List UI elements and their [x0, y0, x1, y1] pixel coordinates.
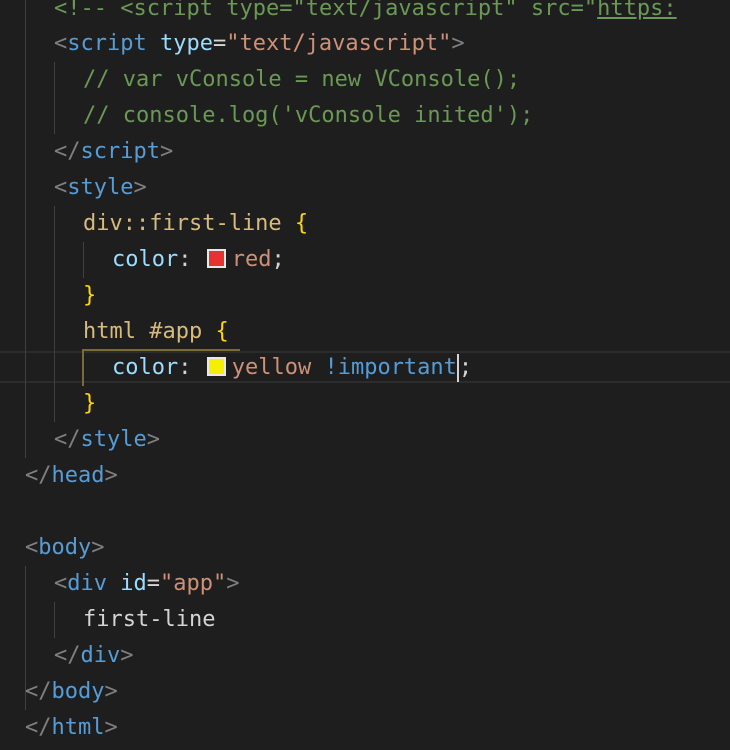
token: "	[583, 0, 598, 21]
token: >	[120, 643, 134, 668]
token: >	[146, 427, 160, 452]
tag-name: style	[80, 427, 147, 452]
code-line[interactable]: color: red;	[112, 242, 285, 278]
token: =	[212, 31, 227, 56]
indent-guide	[54, 602, 55, 638]
token: :	[178, 247, 205, 272]
tag-name: body	[51, 679, 105, 704]
css-property: color	[112, 247, 179, 272]
css-value: yellow	[231, 355, 312, 380]
code-line[interactable]: <div id="app">	[54, 566, 239, 602]
code-line[interactable]: </html>	[25, 710, 118, 746]
code-line[interactable]: </div>	[54, 638, 134, 674]
indent-guide	[54, 62, 55, 134]
open-brace: {	[294, 211, 309, 236]
token: :	[178, 355, 205, 380]
code-line[interactable]: <style>	[54, 170, 147, 206]
code-line[interactable]: <!-- <script type="text/javascript" src=…	[54, 0, 677, 27]
color-swatch-icon[interactable]	[206, 356, 226, 376]
token: </	[54, 643, 81, 668]
token: <	[54, 31, 68, 56]
token: >	[133, 175, 147, 200]
token: >	[226, 571, 240, 596]
css-property: color	[112, 355, 179, 380]
code-editor[interactable]: <!-- <script type="text/javascript" src=…	[0, 0, 730, 750]
token: </	[54, 139, 81, 164]
code-line[interactable]: <body>	[25, 530, 104, 566]
token: >	[104, 463, 118, 488]
tag-name: div	[67, 571, 107, 596]
code-line[interactable]: div::first-line {	[83, 206, 308, 242]
token: "text/javascript"	[292, 0, 518, 21]
code-line[interactable]: </script>	[54, 134, 173, 170]
indent-guide	[83, 242, 84, 278]
attribute-name: id	[107, 571, 147, 596]
comment: // var vConsole = new VConsole();	[83, 67, 521, 92]
token: ;	[458, 355, 473, 380]
indent-guide	[54, 206, 55, 422]
code-line[interactable]: </style>	[54, 422, 160, 458]
close-brace: }	[83, 283, 97, 308]
token: >	[91, 535, 105, 560]
open-brace: {	[215, 319, 229, 344]
token: >	[451, 31, 465, 56]
tag-name: html	[51, 715, 105, 740]
tag-name: script	[67, 31, 147, 56]
css-selector: html #app	[83, 319, 216, 344]
token: <	[120, 0, 134, 21]
tag-name: body	[38, 535, 92, 560]
css-value: red	[231, 247, 272, 272]
token: ;	[271, 247, 285, 272]
text-content: first-line	[83, 607, 216, 632]
code-line[interactable]: html #app {	[83, 314, 229, 350]
token: </	[25, 715, 52, 740]
close-brace: }	[83, 391, 97, 416]
token: =	[146, 571, 160, 596]
comment-open: <!--	[54, 0, 121, 21]
token: <	[54, 175, 68, 200]
token: >	[104, 679, 118, 704]
code-line[interactable]: <script type="text/javascript">	[54, 26, 465, 62]
code-line-current[interactable]: color: yellow !important;	[112, 350, 472, 386]
tag-name: head	[51, 463, 105, 488]
tag-name: style	[67, 175, 134, 200]
code-line[interactable]: first-line	[83, 602, 215, 638]
token: </	[25, 679, 52, 704]
tag-name: div	[80, 643, 121, 668]
important-keyword: !important	[311, 355, 457, 380]
code-line[interactable]: }	[83, 386, 96, 422]
code-line[interactable]: </body>	[25, 674, 118, 710]
active-indent-guide	[82, 350, 84, 386]
token: <	[54, 571, 68, 596]
code-line[interactable]: </head>	[25, 458, 118, 494]
token: type	[212, 0, 280, 21]
code-line[interactable]: }	[83, 278, 96, 314]
token: <	[25, 535, 39, 560]
token: =	[570, 0, 584, 21]
token: =	[279, 0, 293, 21]
token: </	[25, 463, 52, 488]
token: >	[104, 715, 118, 740]
code-line[interactable]: // var vConsole = new VConsole();	[83, 62, 520, 98]
token: </	[54, 427, 81, 452]
color-swatch-icon[interactable]	[206, 248, 226, 268]
token: src	[517, 0, 571, 21]
token: script	[133, 0, 213, 21]
comment: // console.log('vConsole inited');	[83, 103, 534, 128]
attribute-value: "text/javascript"	[226, 31, 452, 56]
token: >	[159, 139, 174, 164]
code-line[interactable]: // console.log('vConsole inited');	[83, 98, 533, 134]
indent-guide	[25, 0, 26, 458]
attribute-value: "app"	[160, 571, 227, 596]
attribute-name: type	[146, 31, 213, 56]
css-selector: div::first-line	[83, 211, 295, 236]
url-link[interactable]: https:	[597, 0, 676, 21]
tag-name: script	[80, 139, 160, 164]
